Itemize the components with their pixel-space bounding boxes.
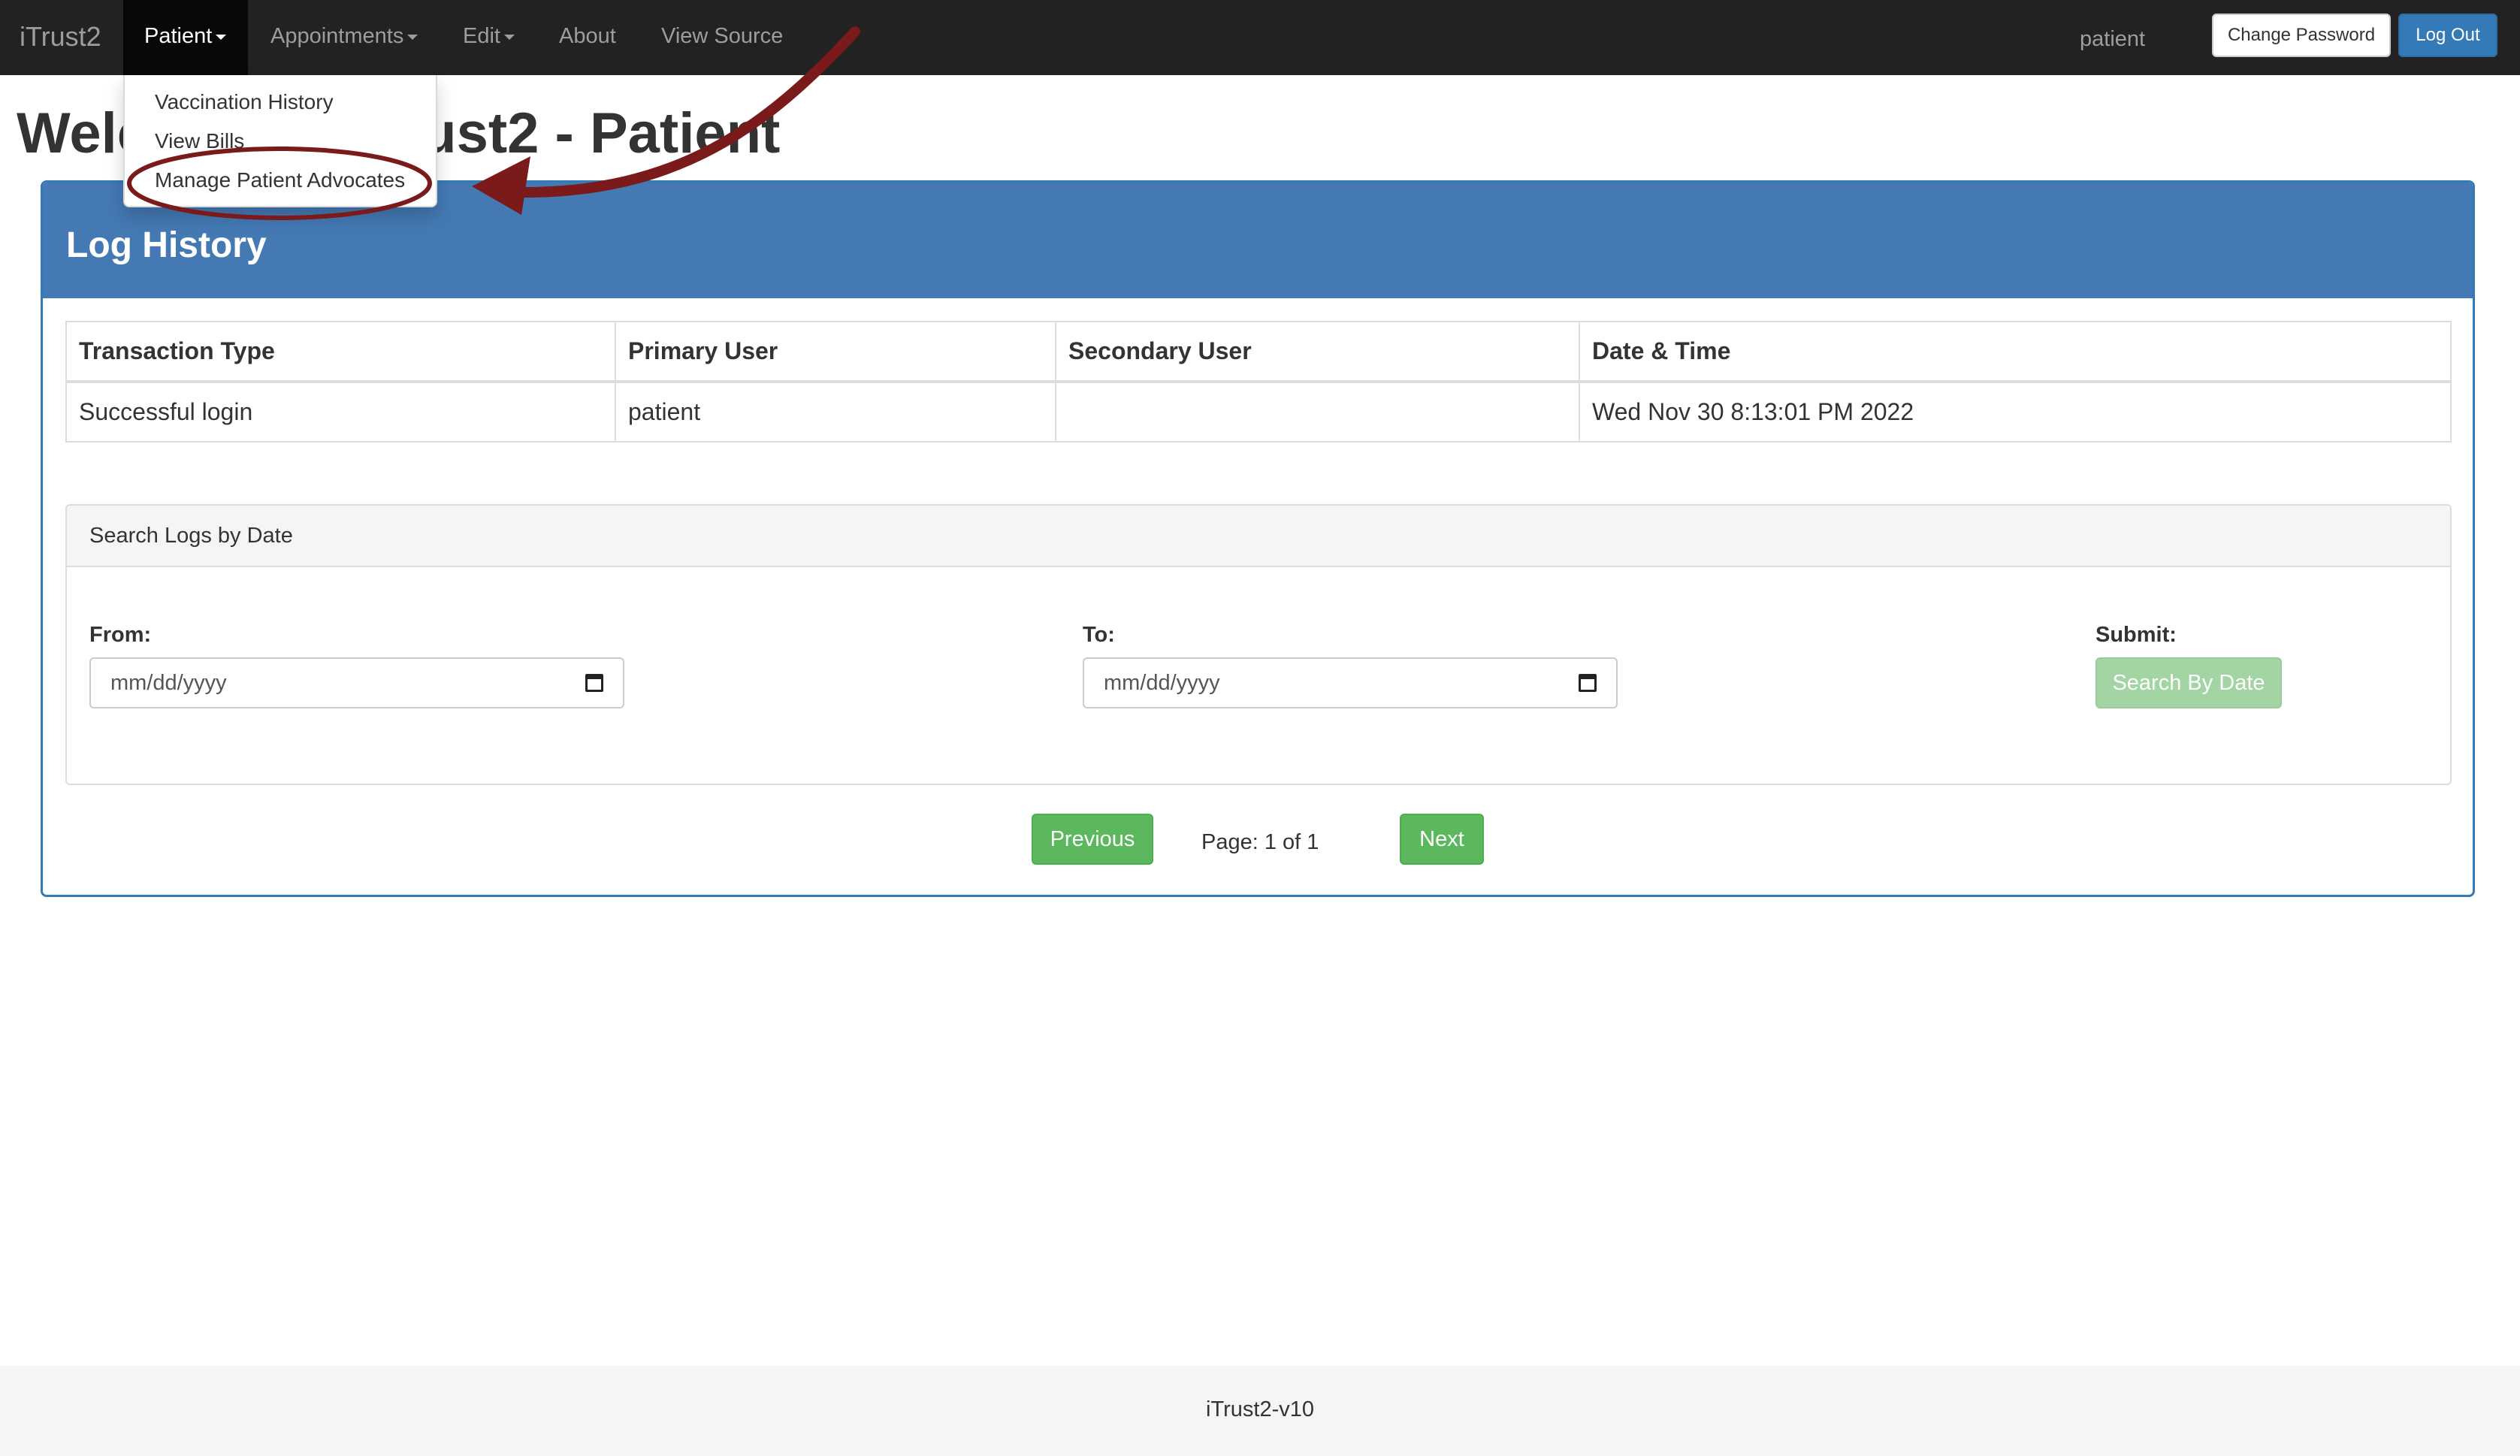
table-cell: patient xyxy=(615,381,1056,443)
table-row: Successful login patient Wed Nov 30 8:13… xyxy=(65,381,2452,443)
nav-edit-menu[interactable]: Edit xyxy=(463,0,515,75)
table-cell xyxy=(1055,381,1580,443)
table-cell: Successful login xyxy=(65,381,616,443)
search-box-header: Search Logs by Date xyxy=(67,506,2450,567)
nav-view-source-link[interactable]: View Source xyxy=(661,0,783,75)
nav-patient-label: Patient xyxy=(144,24,213,48)
chevron-down-icon xyxy=(407,34,418,40)
panel-title: Log History xyxy=(66,225,267,265)
search-box-title: Search Logs by Date xyxy=(89,524,293,548)
next-page-button[interactable]: Next xyxy=(1400,814,1484,865)
column-header: Transaction Type xyxy=(65,321,616,383)
top-navbar: iTrust2 Patient Appointments Edit About … xyxy=(0,0,2520,75)
current-username: patient xyxy=(2080,27,2146,51)
from-date-placeholder: mm/dd/yyyy xyxy=(110,671,227,695)
logout-button[interactable]: Log Out xyxy=(2398,14,2497,57)
log-table: Transaction Type Primary User Secondary … xyxy=(65,321,2452,443)
column-header: Date & Time xyxy=(1579,321,2452,383)
table-cell: Wed Nov 30 8:13:01 PM 2022 xyxy=(1579,381,2452,443)
previous-page-button[interactable]: Previous xyxy=(1032,814,1153,865)
change-password-button[interactable]: Change Password xyxy=(2212,14,2391,57)
menu-item-view-bills[interactable]: View Bills xyxy=(155,129,244,153)
search-by-date-button[interactable]: Search By Date xyxy=(2095,657,2282,708)
column-header: Primary User xyxy=(615,321,1056,383)
search-logs-box: Search Logs by Date From: mm/dd/yyyy To:… xyxy=(65,504,2452,785)
log-history-panel: Log History Transaction Type Primary Use… xyxy=(41,180,2475,897)
chevron-down-icon xyxy=(503,34,515,40)
from-date-input[interactable]: mm/dd/yyyy xyxy=(89,657,624,708)
calendar-icon[interactable] xyxy=(585,674,603,692)
footer-version: iTrust2-v10 xyxy=(1206,1397,1314,1421)
nav-appointments-menu[interactable]: Appointments xyxy=(270,0,418,75)
column-header: Secondary User xyxy=(1055,321,1580,383)
to-date-input[interactable]: mm/dd/yyyy xyxy=(1083,657,1618,708)
from-label: From: xyxy=(89,623,152,647)
page-footer: iTrust2-v10 xyxy=(0,1366,2520,1456)
menu-item-manage-patient-advocates[interactable]: Manage Patient Advocates xyxy=(155,168,405,192)
menu-item-vaccination-history[interactable]: Vaccination History xyxy=(155,90,334,114)
chevron-down-icon xyxy=(216,34,227,40)
brand-logo[interactable]: iTrust2 xyxy=(20,21,101,53)
nav-appointments-label: Appointments xyxy=(270,24,404,48)
submit-label: Submit: xyxy=(2095,623,2177,647)
to-label: To: xyxy=(1083,623,1115,647)
nav-edit-label: Edit xyxy=(463,24,500,48)
calendar-icon[interactable] xyxy=(1579,674,1597,692)
nav-patient-menu[interactable]: Patient xyxy=(123,0,248,75)
to-date-placeholder: mm/dd/yyyy xyxy=(1104,671,1220,695)
nav-about-link[interactable]: About xyxy=(559,0,616,75)
patient-dropdown-menu: Vaccination History View Bills Manage Pa… xyxy=(123,75,437,207)
table-header-row: Transaction Type Primary User Secondary … xyxy=(65,321,2452,383)
page-indicator: Page: 1 of 1 xyxy=(1201,830,1319,854)
